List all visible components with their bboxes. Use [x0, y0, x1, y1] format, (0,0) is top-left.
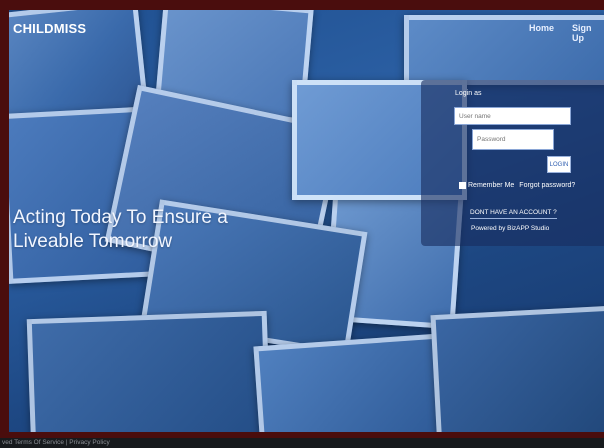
collage-photo — [253, 333, 446, 432]
signup-prompt-link[interactable]: DONT HAVE AN ACCOUNT ? — [470, 209, 557, 219]
footer-links[interactable]: ved Terms Of Service | Privacy Policy — [2, 438, 110, 448]
hero-tagline: Acting Today To Ensure a Liveable Tomorr… — [13, 206, 228, 254]
nav-signup-link[interactable]: Sign Up — [572, 23, 604, 43]
remember-me-label[interactable]: Remember Me — [468, 182, 514, 189]
brand-logo[interactable]: CHILDMISS — [13, 21, 86, 36]
remember-me-row: Remember Me Forgot password? — [459, 182, 575, 189]
forgot-password-link[interactable]: Forgot password? — [519, 182, 575, 189]
collage-photo — [430, 304, 604, 432]
login-button[interactable]: LOGIN — [547, 156, 571, 173]
password-input[interactable] — [472, 129, 554, 150]
login-panel: Login as LOGIN Remember Me Forgot passwo… — [421, 80, 604, 246]
powered-by-text: Powered by BizAPP Studio — [471, 225, 550, 232]
login-title: Login as — [455, 90, 482, 97]
top-header: CHILDMISS Home Sign Up — [0, 0, 604, 52]
footer: ved Terms Of Service | Privacy Policy — [0, 438, 604, 448]
username-input[interactable] — [454, 107, 571, 125]
hero-tagline-line1: Acting Today To Ensure a — [13, 207, 228, 228]
nav-home-link[interactable]: Home — [529, 23, 554, 33]
hero-tagline-line2: Liveable Tomorrow — [13, 231, 173, 252]
remember-me-checkbox[interactable] — [459, 182, 466, 189]
collage-photo — [26, 310, 272, 432]
